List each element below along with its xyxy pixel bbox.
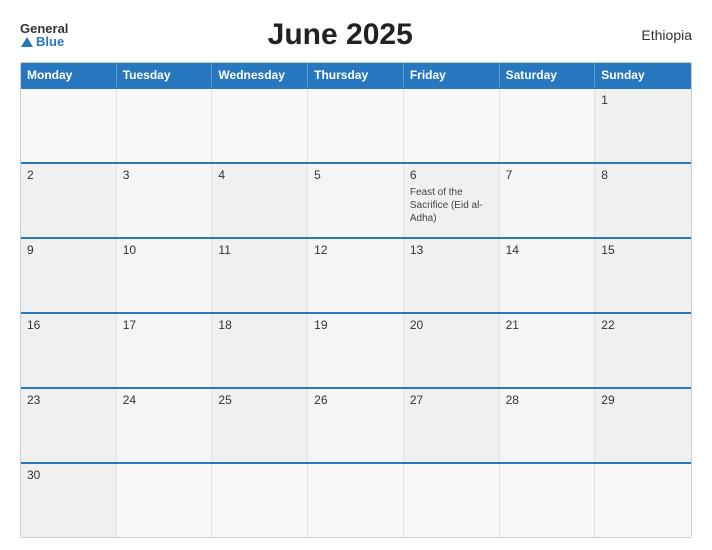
calendar-cell-r3-c4[interactable]: 20 [404, 314, 500, 387]
calendar-cell-r4-c2[interactable]: 25 [212, 389, 308, 462]
calendar-row-1: 23456 Feast of the Sacrifice (Eid al-Adha… [21, 162, 691, 237]
calendar-cell-r4-c4[interactable]: 27 [404, 389, 500, 462]
calendar-cell-r0-c6[interactable]: 1 [595, 89, 691, 162]
day-number: 23 [27, 393, 110, 407]
calendar-row-3: 16 17 18 19 20 21 22 [21, 312, 691, 387]
calendar-cell-r1-c4[interactable]: 6 Feast of the Sacrifice (Eid al-Adha) [404, 164, 500, 237]
calendar-cell-r2-c3[interactable]: 12 [308, 239, 404, 312]
calendar-cell-r2-c0[interactable]: 9 [21, 239, 117, 312]
calendar-cell-r1-c6[interactable]: 8 [595, 164, 691, 237]
day-number: 8 [601, 168, 685, 182]
calendar-cell-r2-c6[interactable]: 15 [595, 239, 691, 312]
day-number: 25 [218, 393, 301, 407]
day-number: 14 [506, 243, 589, 257]
calendar-cell-r5-c1[interactable] [117, 464, 213, 537]
calendar-cell-r4-c5[interactable]: 28 [500, 389, 596, 462]
calendar-title: June 2025 [68, 18, 612, 52]
day-number: 22 [601, 318, 685, 332]
day-number: 7 [506, 168, 589, 182]
day-number: 12 [314, 243, 397, 257]
logo-triangle-icon [21, 37, 33, 47]
calendar-cell-r4-c1[interactable]: 24 [117, 389, 213, 462]
day-number: 2 [27, 168, 110, 182]
calendar-cell-r4-c0[interactable]: 23 [21, 389, 117, 462]
calendar-cell-r1-c1[interactable]: 3 [117, 164, 213, 237]
calendar-cell-r2-c5[interactable]: 14 [500, 239, 596, 312]
calendar-row-5: 30 [21, 462, 691, 537]
weekday-thursday: Thursday [308, 63, 404, 87]
weekday-friday: Friday [404, 63, 500, 87]
calendar-cell-r5-c4[interactable] [404, 464, 500, 537]
weekday-monday: Monday [21, 63, 117, 87]
calendar-cell-r2-c1[interactable]: 10 [117, 239, 213, 312]
calendar-cell-r5-c0[interactable]: 30 [21, 464, 117, 537]
day-number: 24 [123, 393, 206, 407]
calendar-body: 123456Feast of the Sacrifice (Eid al-Adh… [21, 87, 691, 537]
logo-blue-text: Blue [36, 35, 64, 48]
calendar-cell-r0-c2[interactable] [212, 89, 308, 162]
calendar-cell-r3-c6[interactable]: 22 [595, 314, 691, 387]
calendar-cell-r4-c3[interactable]: 26 [308, 389, 404, 462]
weekday-sunday: Sunday [595, 63, 691, 87]
calendar-row-4: 23 24 25 26 27 28 29 [21, 387, 691, 462]
day-number: 28 [506, 393, 589, 407]
calendar-cell-r5-c5[interactable] [500, 464, 596, 537]
day-number: 10 [123, 243, 206, 257]
calendar-cell-r3-c1[interactable]: 17 [117, 314, 213, 387]
logo: General Blue [20, 22, 68, 48]
day-number: 3 [123, 168, 206, 182]
day-number: 6 [410, 168, 493, 182]
calendar-cell-r1-c3[interactable]: 5 [308, 164, 404, 237]
calendar-cell-r1-c0[interactable]: 2 [21, 164, 117, 237]
calendar-cell-r0-c0[interactable] [21, 89, 117, 162]
header: General Blue June 2025 Ethiopia [20, 18, 692, 52]
day-number: 21 [506, 318, 589, 332]
calendar-cell-r2-c2[interactable]: 11 [212, 239, 308, 312]
calendar-cell-r2-c4[interactable]: 13 [404, 239, 500, 312]
calendar-cell-r3-c2[interactable]: 18 [212, 314, 308, 387]
page: General Blue June 2025 Ethiopia Monday T… [0, 0, 712, 550]
weekday-wednesday: Wednesday [212, 63, 308, 87]
day-number: 9 [27, 243, 110, 257]
day-number: 17 [123, 318, 206, 332]
logo-blue-container: Blue [20, 35, 64, 48]
day-number: 16 [27, 318, 110, 332]
calendar-row-0: 1 [21, 87, 691, 162]
calendar-cell-r3-c3[interactable]: 19 [308, 314, 404, 387]
day-number: 5 [314, 168, 397, 182]
calendar-cell-r0-c5[interactable] [500, 89, 596, 162]
event-text: Feast of the Sacrifice (Eid al-Adha) [410, 186, 493, 225]
day-number: 18 [218, 318, 301, 332]
calendar-cell-r3-c5[interactable]: 21 [500, 314, 596, 387]
calendar-row-2: 9 10 11 12 13 14 15 [21, 237, 691, 312]
calendar-cell-r0-c3[interactable] [308, 89, 404, 162]
weekday-tuesday: Tuesday [117, 63, 213, 87]
day-number: 30 [27, 468, 110, 482]
day-number: 26 [314, 393, 397, 407]
day-number: 27 [410, 393, 493, 407]
calendar: Monday Tuesday Wednesday Thursday Friday… [20, 62, 692, 538]
day-number: 20 [410, 318, 493, 332]
country-label: Ethiopia [612, 27, 692, 43]
calendar-cell-r1-c5[interactable]: 7 [500, 164, 596, 237]
day-number: 11 [218, 243, 301, 257]
day-number: 1 [601, 93, 685, 107]
calendar-cell-r5-c6[interactable] [595, 464, 691, 537]
calendar-cell-r5-c2[interactable] [212, 464, 308, 537]
calendar-cell-r5-c3[interactable] [308, 464, 404, 537]
day-number: 13 [410, 243, 493, 257]
calendar-cell-r4-c6[interactable]: 29 [595, 389, 691, 462]
calendar-cell-r1-c2[interactable]: 4 [212, 164, 308, 237]
calendar-cell-r0-c4[interactable] [404, 89, 500, 162]
calendar-header: Monday Tuesday Wednesday Thursday Friday… [21, 63, 691, 87]
calendar-cell-r3-c0[interactable]: 16 [21, 314, 117, 387]
day-number: 4 [218, 168, 301, 182]
day-number: 29 [601, 393, 685, 407]
weekday-saturday: Saturday [500, 63, 596, 87]
day-number: 19 [314, 318, 397, 332]
calendar-cell-r0-c1[interactable] [117, 89, 213, 162]
day-number: 15 [601, 243, 685, 257]
